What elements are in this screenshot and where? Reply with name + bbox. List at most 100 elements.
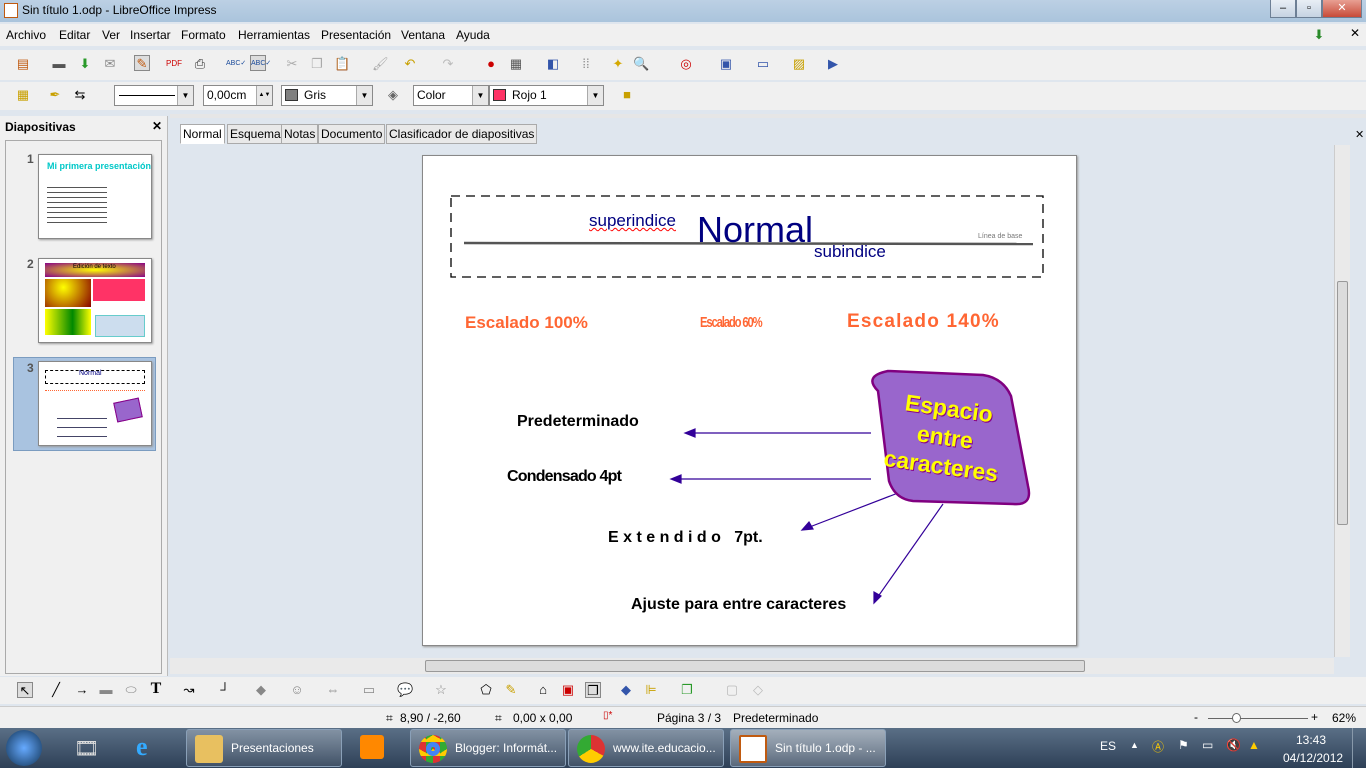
- symbol-shapes-icon[interactable]: ☺: [289, 682, 305, 698]
- paste-icon[interactable]: 📋: [334, 56, 350, 72]
- select-icon[interactable]: ↖: [17, 682, 33, 698]
- zoom-slider-thumb[interactable]: [1232, 713, 1241, 723]
- update-download-icon[interactable]: ⬇: [1311, 27, 1327, 43]
- line-icon[interactable]: ╱: [48, 682, 64, 698]
- menu-formato[interactable]: Formato: [181, 28, 226, 42]
- slide-icon[interactable]: ▣: [718, 56, 734, 72]
- line-pen-icon[interactable]: ✒: [47, 87, 63, 103]
- taskbar-item-impress[interactable]: Sin título 1.odp - ...: [730, 729, 886, 767]
- text-icon[interactable]: T: [148, 681, 164, 697]
- line-arrow-icon[interactable]: →: [74, 682, 90, 698]
- tab-esquema[interactable]: Esquema: [227, 124, 284, 144]
- alignment-icon[interactable]: ⊫: [643, 682, 659, 698]
- save-icon[interactable]: ⬇: [77, 56, 93, 72]
- tab-normal[interactable]: Normal: [180, 124, 225, 144]
- close-button[interactable]: ✕: [1322, 0, 1362, 18]
- taskbar-item-ite[interactable]: www.ite.educacio...: [568, 729, 724, 767]
- slide-layout-grid-icon[interactable]: ▦: [15, 87, 31, 103]
- slides-panel-close[interactable]: ✕: [152, 119, 162, 133]
- menu-herramientas[interactable]: Herramientas: [238, 28, 310, 42]
- maximize-button[interactable]: ▫: [1296, 0, 1322, 18]
- network-icon[interactable]: ▭: [1202, 738, 1213, 752]
- area-style-select[interactable]: Color ▼: [413, 85, 489, 106]
- tray-app-icon[interactable]: Ⓐ: [1152, 738, 1164, 755]
- ellipse-icon[interactable]: ⬭: [123, 682, 139, 698]
- print-icon[interactable]: ⎙: [192, 56, 208, 72]
- shadow-toggle-icon[interactable]: ▢: [724, 682, 740, 698]
- from-file-icon[interactable]: ▣: [560, 682, 576, 698]
- zoom-icon[interactable]: 🔍: [633, 56, 649, 72]
- redo-icon[interactable]: ↷: [440, 56, 456, 72]
- callouts-icon[interactable]: 💬: [397, 682, 413, 698]
- menu-ventana[interactable]: Ventana: [401, 28, 445, 42]
- export-pdf-icon[interactable]: PDF: [166, 56, 182, 72]
- help-icon[interactable]: ◎: [678, 56, 694, 72]
- start-presentation-icon[interactable]: ▶: [825, 56, 841, 72]
- toggle-extrusion-icon[interactable]: ◇: [750, 682, 766, 698]
- open-icon[interactable]: ▬: [51, 56, 67, 72]
- table-icon[interactable]: ▦: [508, 56, 524, 72]
- shadow-icon[interactable]: ■: [619, 87, 635, 103]
- arrow-style-icon[interactable]: ⇆: [72, 87, 88, 103]
- line-style-select[interactable]: ▼: [114, 85, 194, 106]
- action-center-icon[interactable]: ⚑: [1178, 738, 1189, 752]
- curve-icon[interactable]: ↝: [181, 682, 197, 698]
- menu-archivo[interactable]: Archivo: [6, 28, 46, 42]
- horizontal-scrollbar[interactable]: [170, 658, 1334, 674]
- taskbar-item-presentaciones[interactable]: Presentaciones: [186, 729, 342, 767]
- taskbar-item-blogger[interactable]: Blogger: Informát...: [410, 729, 566, 767]
- language-indicator[interactable]: ES: [1100, 739, 1116, 753]
- tab-documento[interactable]: Documento: [318, 124, 386, 144]
- block-arrows-icon[interactable]: ⇔: [325, 682, 341, 698]
- basic-shapes-icon[interactable]: ◆: [253, 682, 269, 698]
- start-button[interactable]: [6, 730, 42, 766]
- menu-insertar[interactable]: Insertar: [130, 28, 171, 42]
- chart-icon[interactable]: ●: [483, 56, 499, 72]
- points-icon[interactable]: ⬠: [478, 682, 494, 698]
- copy-icon[interactable]: ❐: [309, 56, 325, 72]
- zoom-out-button[interactable]: -: [1194, 710, 1198, 724]
- close-view-icon[interactable]: ✕: [1355, 128, 1364, 141]
- stars-icon[interactable]: ☆: [433, 682, 449, 698]
- toolbar-splitter[interactable]: [170, 114, 1366, 118]
- cut-icon[interactable]: ✂: [284, 56, 300, 72]
- internet-explorer-icon[interactable]: e: [136, 732, 148, 762]
- clock-date[interactable]: 04/12/2012: [1283, 751, 1343, 765]
- volume-muted-icon[interactable]: 🔇: [1226, 738, 1241, 752]
- new-document-icon[interactable]: ▤: [15, 56, 31, 72]
- line-color-select[interactable]: Gris ▼: [281, 85, 373, 106]
- area-color-select[interactable]: Rojo 1 ▼: [489, 85, 604, 106]
- autospellcheck-icon[interactable]: ABC✓: [250, 55, 271, 71]
- glue-points-icon[interactable]: ✎: [503, 682, 519, 698]
- arrange-icon[interactable]: ❐: [679, 682, 695, 698]
- zoom-in-button[interactable]: +: [1311, 710, 1318, 724]
- extrusion-icon[interactable]: ◆: [618, 682, 634, 698]
- clock-time[interactable]: 13:43: [1296, 733, 1326, 747]
- line-width-input[interactable]: 0,00cm ▲▼: [203, 85, 273, 106]
- horizontal-scroll-thumb[interactable]: [425, 660, 1085, 672]
- tab-clasificador[interactable]: Clasificador de diapositivas: [386, 124, 538, 144]
- gallery-icon[interactable]: ❐: [585, 682, 601, 698]
- slide-thumbnail-3[interactable]: 3 Normal: [13, 357, 156, 451]
- slide-canvas[interactable]: superindice Normal subindice Línea de ba…: [422, 155, 1077, 646]
- media-player-icon[interactable]: 🎞: [74, 736, 99, 761]
- menu-ver[interactable]: Ver: [102, 28, 120, 42]
- zoom-slider[interactable]: [1208, 718, 1308, 719]
- show-hidden-icons[interactable]: ▲: [1130, 740, 1139, 750]
- slide-layout-icon[interactable]: ▭: [755, 56, 771, 72]
- zoom-level[interactable]: 62%: [1332, 711, 1356, 725]
- close-document-icon[interactable]: ✕: [1350, 26, 1360, 40]
- slide-design-icon[interactable]: ▨: [791, 56, 807, 72]
- google-drive-icon[interactable]: ▲: [1248, 738, 1260, 752]
- area-fill-icon[interactable]: ◈: [385, 87, 401, 103]
- undo-icon[interactable]: ↶: [402, 56, 418, 72]
- rectangle-icon[interactable]: ▬: [98, 682, 114, 698]
- spellcheck-icon[interactable]: ABC✓: [226, 56, 246, 72]
- navigator-icon[interactable]: ◧: [545, 56, 561, 72]
- minimize-button[interactable]: –: [1270, 0, 1296, 18]
- menu-editar[interactable]: Editar: [59, 28, 90, 42]
- edit-mode-icon[interactable]: ✎: [134, 55, 150, 71]
- document-modified-icon[interactable]: ▯*: [603, 710, 612, 721]
- vertical-scroll-thumb[interactable]: [1337, 281, 1348, 525]
- menu-ayuda[interactable]: Ayuda: [456, 28, 490, 42]
